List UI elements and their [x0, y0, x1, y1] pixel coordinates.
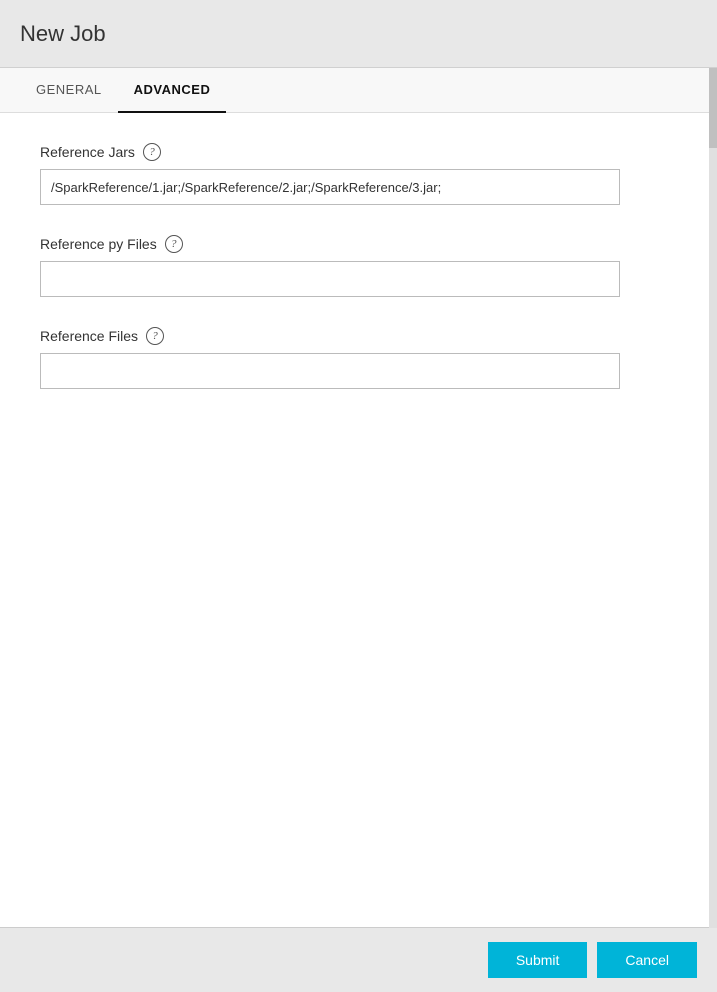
- reference-py-files-input[interactable]: [40, 261, 620, 297]
- content-area: Reference Jars ? Reference py Files ? Re…: [0, 113, 717, 927]
- reference-files-label: Reference Files ?: [40, 327, 677, 345]
- dialog-title: New Job: [20, 21, 106, 47]
- cancel-button[interactable]: Cancel: [597, 942, 697, 978]
- field-group-reference-jars: Reference Jars ?: [40, 143, 677, 205]
- new-job-dialog: New Job GENERAL ADVANCED Reference Jars …: [0, 0, 717, 992]
- scrollbar-track: [709, 68, 717, 928]
- scrollbar-thumb[interactable]: [709, 68, 717, 148]
- tab-general[interactable]: GENERAL: [20, 68, 118, 113]
- reference-jars-input[interactable]: [40, 169, 620, 205]
- reference-jars-help-icon[interactable]: ?: [143, 143, 161, 161]
- field-group-reference-files: Reference Files ?: [40, 327, 677, 389]
- title-bar: New Job: [0, 0, 717, 68]
- reference-files-input[interactable]: [40, 353, 620, 389]
- reference-py-files-label: Reference py Files ?: [40, 235, 677, 253]
- submit-button[interactable]: Submit: [488, 942, 588, 978]
- tabs-bar: GENERAL ADVANCED: [0, 68, 717, 113]
- footer: Submit Cancel: [0, 927, 717, 992]
- reference-files-help-icon[interactable]: ?: [146, 327, 164, 345]
- reference-py-files-help-icon[interactable]: ?: [165, 235, 183, 253]
- tab-advanced[interactable]: ADVANCED: [118, 68, 227, 113]
- reference-jars-label: Reference Jars ?: [40, 143, 677, 161]
- field-group-reference-py-files: Reference py Files ?: [40, 235, 677, 297]
